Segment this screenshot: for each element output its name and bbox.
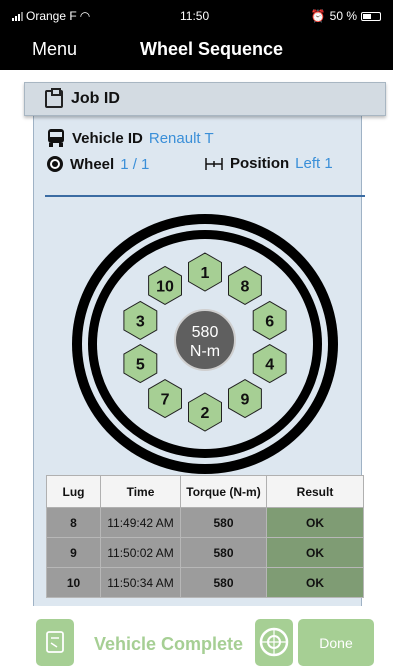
cell-result: OK [266,507,364,538]
cell-torque: 580 [180,537,267,568]
report-button[interactable] [36,619,74,666]
wheel-row: Wheel 1 / 1 [46,155,149,173]
truck-icon [48,129,64,147]
results-table: Lug Time Torque (N-m) Result 8 11:49:42 … [46,475,364,598]
alarm-icon: ⏰ [310,9,326,23]
lug-number: 3 [136,313,145,330]
cell-torque: 580 [180,507,267,538]
cell-lug: 9 [46,537,101,568]
lug-number: 1 [201,265,210,282]
position-value: Left 1 [295,155,333,172]
job-id-label: Job ID [71,90,120,107]
table-row[interactable]: 10 11:50:34 AM 580 OK [46,567,364,598]
column-header-time: Time [100,475,181,508]
table-header-row: Lug Time Torque (N-m) Result [46,475,364,508]
cell-lug: 8 [46,507,101,538]
carrier-name: Orange F [26,9,77,23]
lug-number: 9 [241,392,250,409]
lug-number: 4 [265,357,274,374]
page-title: Wheel Sequence [140,39,284,59]
lug-number: 8 [241,278,250,295]
cell-result: OK [266,567,364,598]
separator-line [45,195,365,197]
table-row[interactable]: 9 11:50:02 AM 580 OK [46,537,364,568]
wheel-value: 1 / 1 [120,155,150,173]
vehicle-id-value: Renault T [148,129,214,147]
tire-status-button[interactable] [255,619,293,666]
cell-result: OK [266,537,364,568]
cell-time: 11:50:34 AM [100,567,181,598]
torque-value: 580 [192,324,219,341]
job-id-header[interactable]: Job ID [24,82,386,116]
lug-number: 7 [161,392,170,409]
clock: 11:50 [180,9,210,23]
position-row: Position Left 1 [204,155,333,172]
table-row[interactable]: 8 11:49:42 AM 580 OK [46,507,364,538]
wifi-icon: ◠ [79,9,91,23]
cell-time: 11:49:42 AM [100,507,181,538]
done-button[interactable]: Done [298,619,374,666]
vehicle-complete-label: Vehicle Complete [94,634,244,654]
signal-icon [12,11,23,21]
wheel-diagram: 1 8 6 4 9 2 7 5 3 10 580 N-m [72,214,338,474]
battery-percent: 50 % [329,9,357,23]
column-header-result: Result [266,475,364,508]
battery-info: ⏰ 50 % [311,9,381,23]
vehicle-row: Vehicle ID Renault T [46,128,214,148]
lug-number: 10 [156,278,174,295]
torque-unit: N-m [190,343,220,360]
cell-lug: 10 [46,567,101,598]
cell-torque: 580 [180,567,267,598]
battery-icon [361,11,381,21]
vehicle-id-label: Vehicle ID [72,129,143,147]
axle-position-icon [205,157,223,170]
clipboard-icon [45,88,63,108]
cell-time: 11:50:02 AM [100,537,181,568]
tire-icon [47,156,63,172]
column-header-torque: Torque (N-m) [180,475,267,508]
menu-button[interactable]: Menu [32,39,77,60]
status-bar: Orange F ◠ 11:50 ⏰ 50 % [0,0,393,32]
nav-bar: Menu Wheel Sequence [0,32,393,70]
lug-number: 2 [201,405,210,422]
column-header-lug: Lug [46,475,101,508]
document-icon [46,631,64,653]
carrier-info: Orange F ◠ [12,9,90,23]
tire-tread-icon [259,627,289,657]
lug-number: 5 [136,357,145,374]
position-label: Position [230,155,290,172]
wheel-label: Wheel [70,155,115,173]
lug-number: 6 [265,313,274,330]
